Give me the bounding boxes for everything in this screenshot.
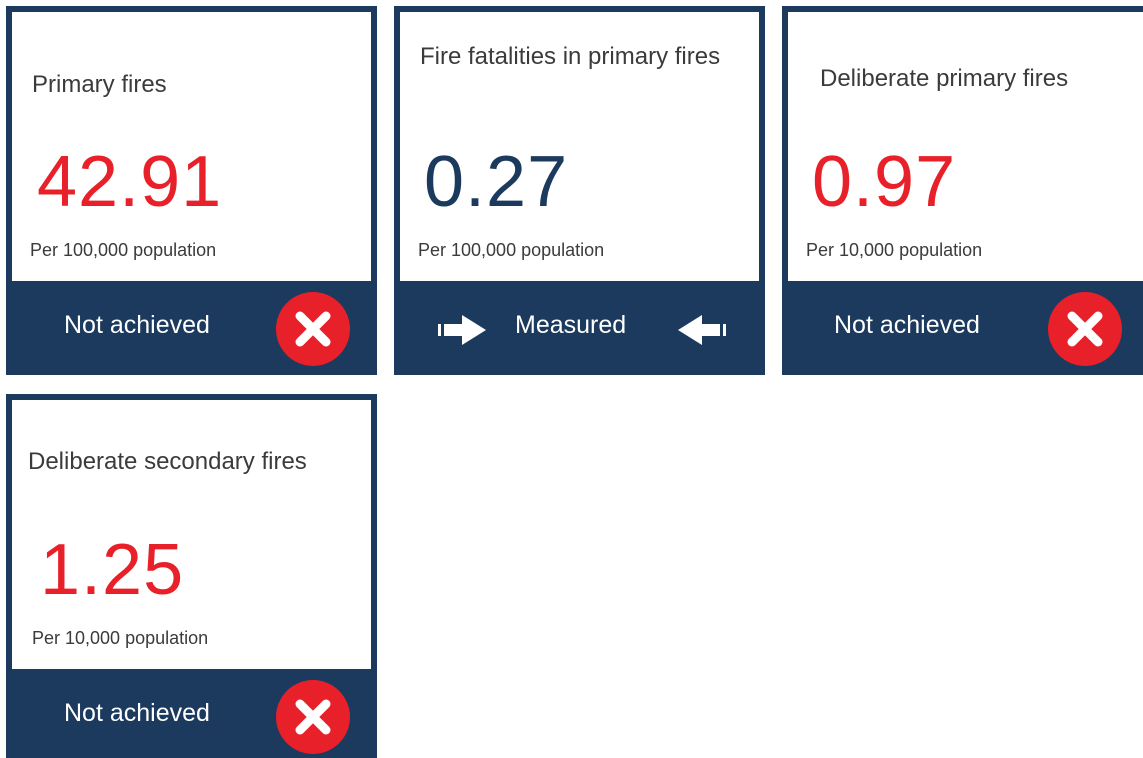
card-title: Deliberate primary fires xyxy=(820,65,1069,92)
card-body: Deliberate secondary fires 1.25 Per 10,0… xyxy=(12,400,371,669)
card-body: Fire fatalities in primary fires 0.27 Pe… xyxy=(400,12,759,281)
card-value: 0.97 xyxy=(812,142,957,222)
card-title: Deliberate secondary fires xyxy=(28,448,307,475)
card-body: Deliberate primary fires 0.97 Per 10,000… xyxy=(788,12,1143,281)
card-title: Primary fires xyxy=(32,71,167,98)
arrow-left-icon xyxy=(678,315,726,345)
status-label: Not achieved xyxy=(64,698,210,727)
kpi-card-deliberate-primary-fires: Deliberate primary fires 0.97 Per 10,000… xyxy=(782,6,1143,375)
card-title: Fire fatalities in primary fires xyxy=(420,43,721,70)
status-label: Not achieved xyxy=(834,310,980,339)
card-unit: Per 10,000 population xyxy=(806,240,983,260)
status-bar: Not achieved xyxy=(12,669,371,757)
kpi-dashboard: Primary fires 42.91 Per 100,000 populati… xyxy=(0,0,1143,758)
kpi-card-deliberate-secondary-fires: Deliberate secondary fires 1.25 Per 10,0… xyxy=(6,394,377,758)
status-label: Not achieved xyxy=(64,310,210,339)
status-bar: Not achieved xyxy=(788,281,1143,369)
kpi-card-fire-fatalities: Fire fatalities in primary fires 0.27 Pe… xyxy=(394,6,765,375)
card-value: 0.27 xyxy=(424,142,569,222)
status-label: Measured xyxy=(515,310,627,339)
card-body: Primary fires 42.91 Per 100,000 populati… xyxy=(12,12,371,281)
card-unit: Per 100,000 population xyxy=(418,240,605,260)
arrow-right-icon xyxy=(438,315,486,345)
status-bar: Not achieved xyxy=(12,281,371,369)
cross-icon xyxy=(276,680,350,754)
kpi-card-primary-fires: Primary fires 42.91 Per 100,000 populati… xyxy=(6,6,377,375)
card-value: 42.91 xyxy=(37,142,223,222)
card-value: 1.25 xyxy=(40,530,185,610)
card-unit: Per 100,000 population xyxy=(30,240,217,260)
cross-icon xyxy=(276,292,350,366)
cross-icon xyxy=(1048,292,1122,366)
card-unit: Per 10,000 population xyxy=(32,628,209,648)
status-bar: Measured xyxy=(400,281,759,369)
